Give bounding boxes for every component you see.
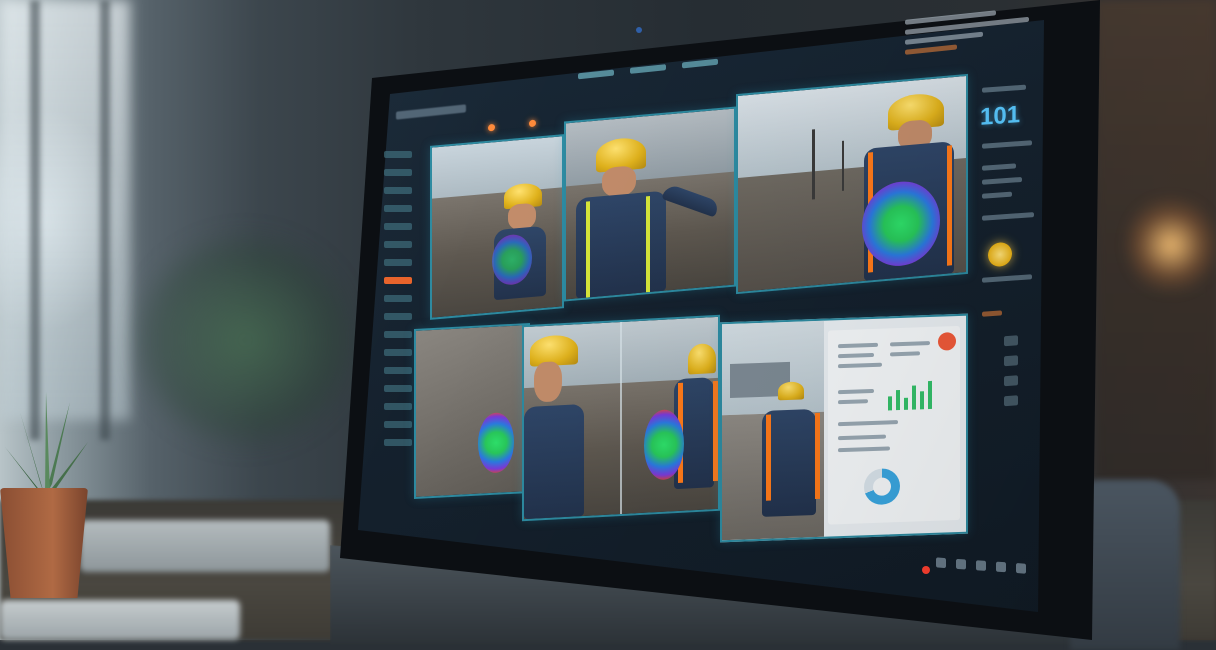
action-icon[interactable] bbox=[1004, 355, 1018, 367]
sidebar-item[interactable] bbox=[384, 169, 412, 176]
sidebar-item-active[interactable] bbox=[384, 277, 412, 284]
worker bbox=[524, 403, 584, 520]
construction-pole bbox=[842, 140, 844, 191]
sidebar-item[interactable] bbox=[384, 349, 412, 356]
camera-feed-4[interactable] bbox=[414, 322, 530, 500]
alert-icon bbox=[488, 123, 495, 132]
camera-feed-5[interactable] bbox=[522, 314, 720, 522]
sidebar-item[interactable] bbox=[384, 421, 412, 428]
sidebar-item[interactable] bbox=[384, 313, 412, 320]
camera-feed-3[interactable] bbox=[736, 73, 968, 295]
sidebar-item[interactable] bbox=[384, 187, 412, 194]
toolbar-icon[interactable] bbox=[1016, 563, 1026, 574]
sidebar-item[interactable] bbox=[384, 151, 412, 158]
camera-feed-2[interactable] bbox=[564, 106, 736, 302]
status-icon bbox=[988, 241, 1012, 268]
toolbar-icon[interactable] bbox=[996, 561, 1006, 573]
hard-hat bbox=[688, 343, 716, 375]
divider bbox=[620, 321, 622, 515]
safety-vest bbox=[766, 412, 820, 501]
stats-column: 101 bbox=[974, 78, 1040, 543]
sidebar-item[interactable] bbox=[384, 223, 412, 230]
alert-icon bbox=[529, 119, 536, 128]
camera-feed-1[interactable] bbox=[430, 134, 564, 320]
hard-hat bbox=[778, 381, 804, 401]
webcam-icon bbox=[636, 27, 642, 33]
action-icon[interactable] bbox=[1004, 335, 1018, 347]
mini-bar-chart bbox=[888, 370, 948, 411]
donut-chart bbox=[864, 468, 900, 506]
sidebar-item[interactable] bbox=[384, 331, 412, 338]
construction-pole bbox=[812, 129, 815, 200]
toolbar-icon[interactable] bbox=[936, 557, 946, 569]
sidebar bbox=[378, 140, 416, 510]
sidebar-item[interactable] bbox=[384, 259, 412, 266]
sidebar-item[interactable] bbox=[384, 403, 412, 410]
alert-icon[interactable] bbox=[938, 332, 956, 351]
sidebar-item[interactable] bbox=[384, 385, 412, 392]
safety-vest bbox=[678, 380, 718, 484]
sidebar-item[interactable] bbox=[384, 205, 412, 212]
sidebar-item[interactable] bbox=[384, 439, 412, 446]
heatmap-overlay bbox=[478, 411, 514, 474]
site-photo bbox=[722, 320, 824, 541]
sidebar-item[interactable] bbox=[384, 367, 412, 374]
action-icon[interactable] bbox=[1004, 395, 1018, 407]
toolbar-icon[interactable] bbox=[976, 560, 986, 571]
safety-vest bbox=[586, 196, 650, 298]
sidebar-item[interactable] bbox=[384, 241, 412, 248]
toolbar-icon[interactable] bbox=[956, 558, 966, 570]
record-icon[interactable] bbox=[922, 566, 930, 574]
sidebar-item[interactable] bbox=[384, 295, 412, 302]
report-panel[interactable] bbox=[720, 313, 968, 543]
metric-value: 101 bbox=[980, 101, 1021, 131]
action-icon[interactable] bbox=[1004, 375, 1018, 387]
report-card bbox=[828, 325, 960, 525]
